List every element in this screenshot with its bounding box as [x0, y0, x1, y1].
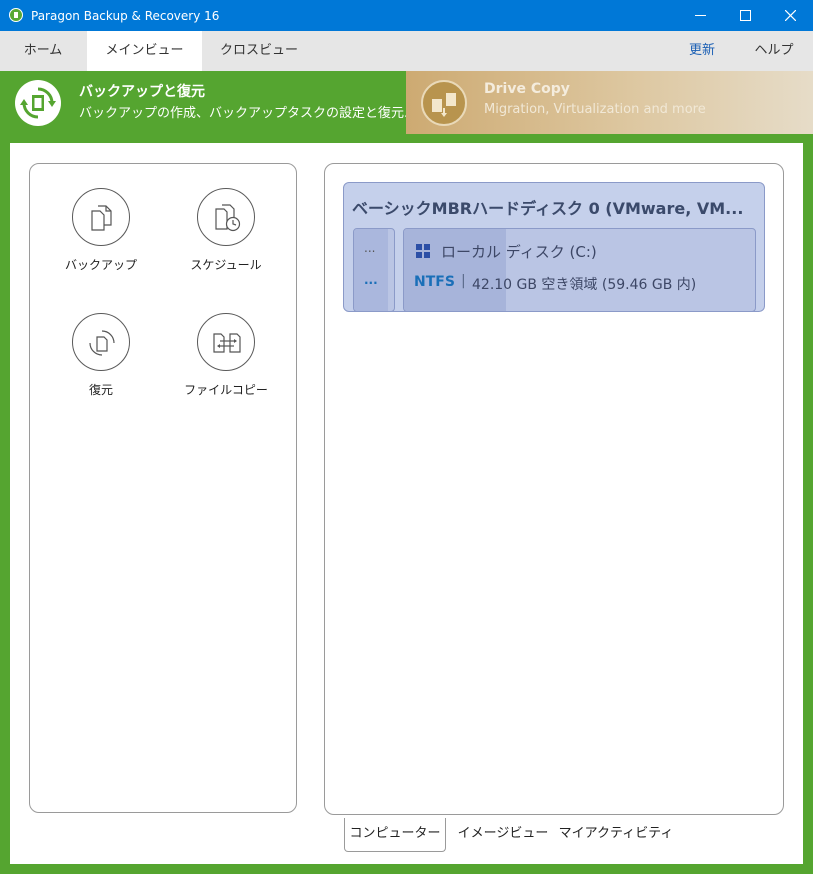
drive-copy-icon: [421, 80, 467, 126]
maximize-button[interactable]: [723, 0, 768, 31]
backup-restore-icon: [15, 80, 61, 126]
help-menu[interactable]: ヘルプ: [742, 31, 806, 71]
backup-restore-title: バックアップと復元: [79, 84, 205, 100]
schedule-tool-label: スケジュール: [190, 258, 262, 272]
partition-c[interactable]: ローカル ディスク (C:) NTFS | 42.10 GB 空き領域 (59.…: [403, 228, 756, 312]
minimize-button[interactable]: [678, 0, 723, 31]
tab-image-view[interactable]: イメージビュー: [450, 818, 556, 852]
close-button[interactable]: [768, 0, 813, 31]
app-icon: [9, 8, 23, 22]
disk-view-panel: ベーシックMBRハードディスク 0 (VMware, VM... ... ...…: [324, 163, 784, 815]
restore-tool[interactable]: 復元: [46, 313, 156, 398]
partition-c-separator: |: [461, 273, 466, 289]
tab-cross-view[interactable]: クロスビュー: [203, 31, 315, 71]
file-copy-icon: [197, 313, 255, 371]
content-area: バックアップ スケジュール 復元 ファイルコピー ベーシックMBRハードディスク…: [10, 143, 803, 864]
backup-restore-banner[interactable]: バックアップと復元 バックアップの作成、バックアップタスクの設定と復元...: [0, 71, 416, 134]
partition-label-ellipsis: ...: [364, 241, 376, 255]
partition-c-name: ローカル ディスク (C:): [441, 243, 597, 261]
tab-my-activity[interactable]: マイアクティビティ: [556, 818, 676, 852]
minimize-icon: [695, 15, 706, 16]
main-tab-bar: ホーム メインビュー クロスビュー 更新 ヘルプ: [0, 31, 813, 71]
schedule-icon: [197, 188, 255, 246]
content-frame: バックアップ スケジュール 復元 ファイルコピー ベーシックMBRハードディスク…: [0, 134, 813, 874]
drive-copy-banner[interactable]: Drive Copy Migration, Virtualization and…: [406, 71, 813, 134]
windows-icon: [416, 244, 430, 258]
backup-documents-icon: [72, 188, 130, 246]
restore-icon: [72, 313, 130, 371]
maximize-icon: [740, 10, 751, 21]
file-copy-tool-label: ファイルコピー: [184, 383, 268, 397]
partition-fs-ellipsis: ...: [364, 273, 378, 287]
partition-c-filesystem: NTFS: [414, 274, 455, 290]
title-bar: Paragon Backup & Recovery 16: [0, 0, 813, 31]
backup-tool-label: バックアップ: [64, 258, 137, 272]
close-icon: [785, 10, 796, 21]
tab-computer[interactable]: コンピューター: [344, 818, 446, 852]
drive-copy-title: Drive Copy: [484, 81, 570, 97]
partition-c-size-info: 42.10 GB 空き領域 (59.46 GB 内): [472, 277, 697, 293]
tools-panel: バックアップ スケジュール 復元 ファイルコピー: [29, 163, 297, 813]
disk-title: ベーシックMBRハードディスク 0 (VMware, VM...: [352, 199, 744, 218]
backup-tool[interactable]: バックアップ: [46, 188, 156, 273]
tab-main-view[interactable]: メインビュー: [87, 31, 202, 71]
backup-restore-subtitle: バックアップの作成、バックアップタスクの設定と復元...: [79, 106, 417, 121]
unlabeled-partition[interactable]: ... ...: [353, 228, 395, 312]
disk-0[interactable]: ベーシックMBRハードディスク 0 (VMware, VM... ... ...…: [343, 182, 765, 312]
file-copy-tool[interactable]: ファイルコピー: [171, 313, 281, 398]
tab-home[interactable]: ホーム: [0, 31, 86, 71]
restore-tool-label: 復元: [88, 383, 113, 397]
schedule-tool[interactable]: スケジュール: [171, 188, 281, 273]
window-title: Paragon Backup & Recovery 16: [31, 9, 220, 23]
drive-copy-subtitle: Migration, Virtualization and more: [484, 102, 706, 117]
refresh-link[interactable]: 更新: [672, 31, 732, 71]
